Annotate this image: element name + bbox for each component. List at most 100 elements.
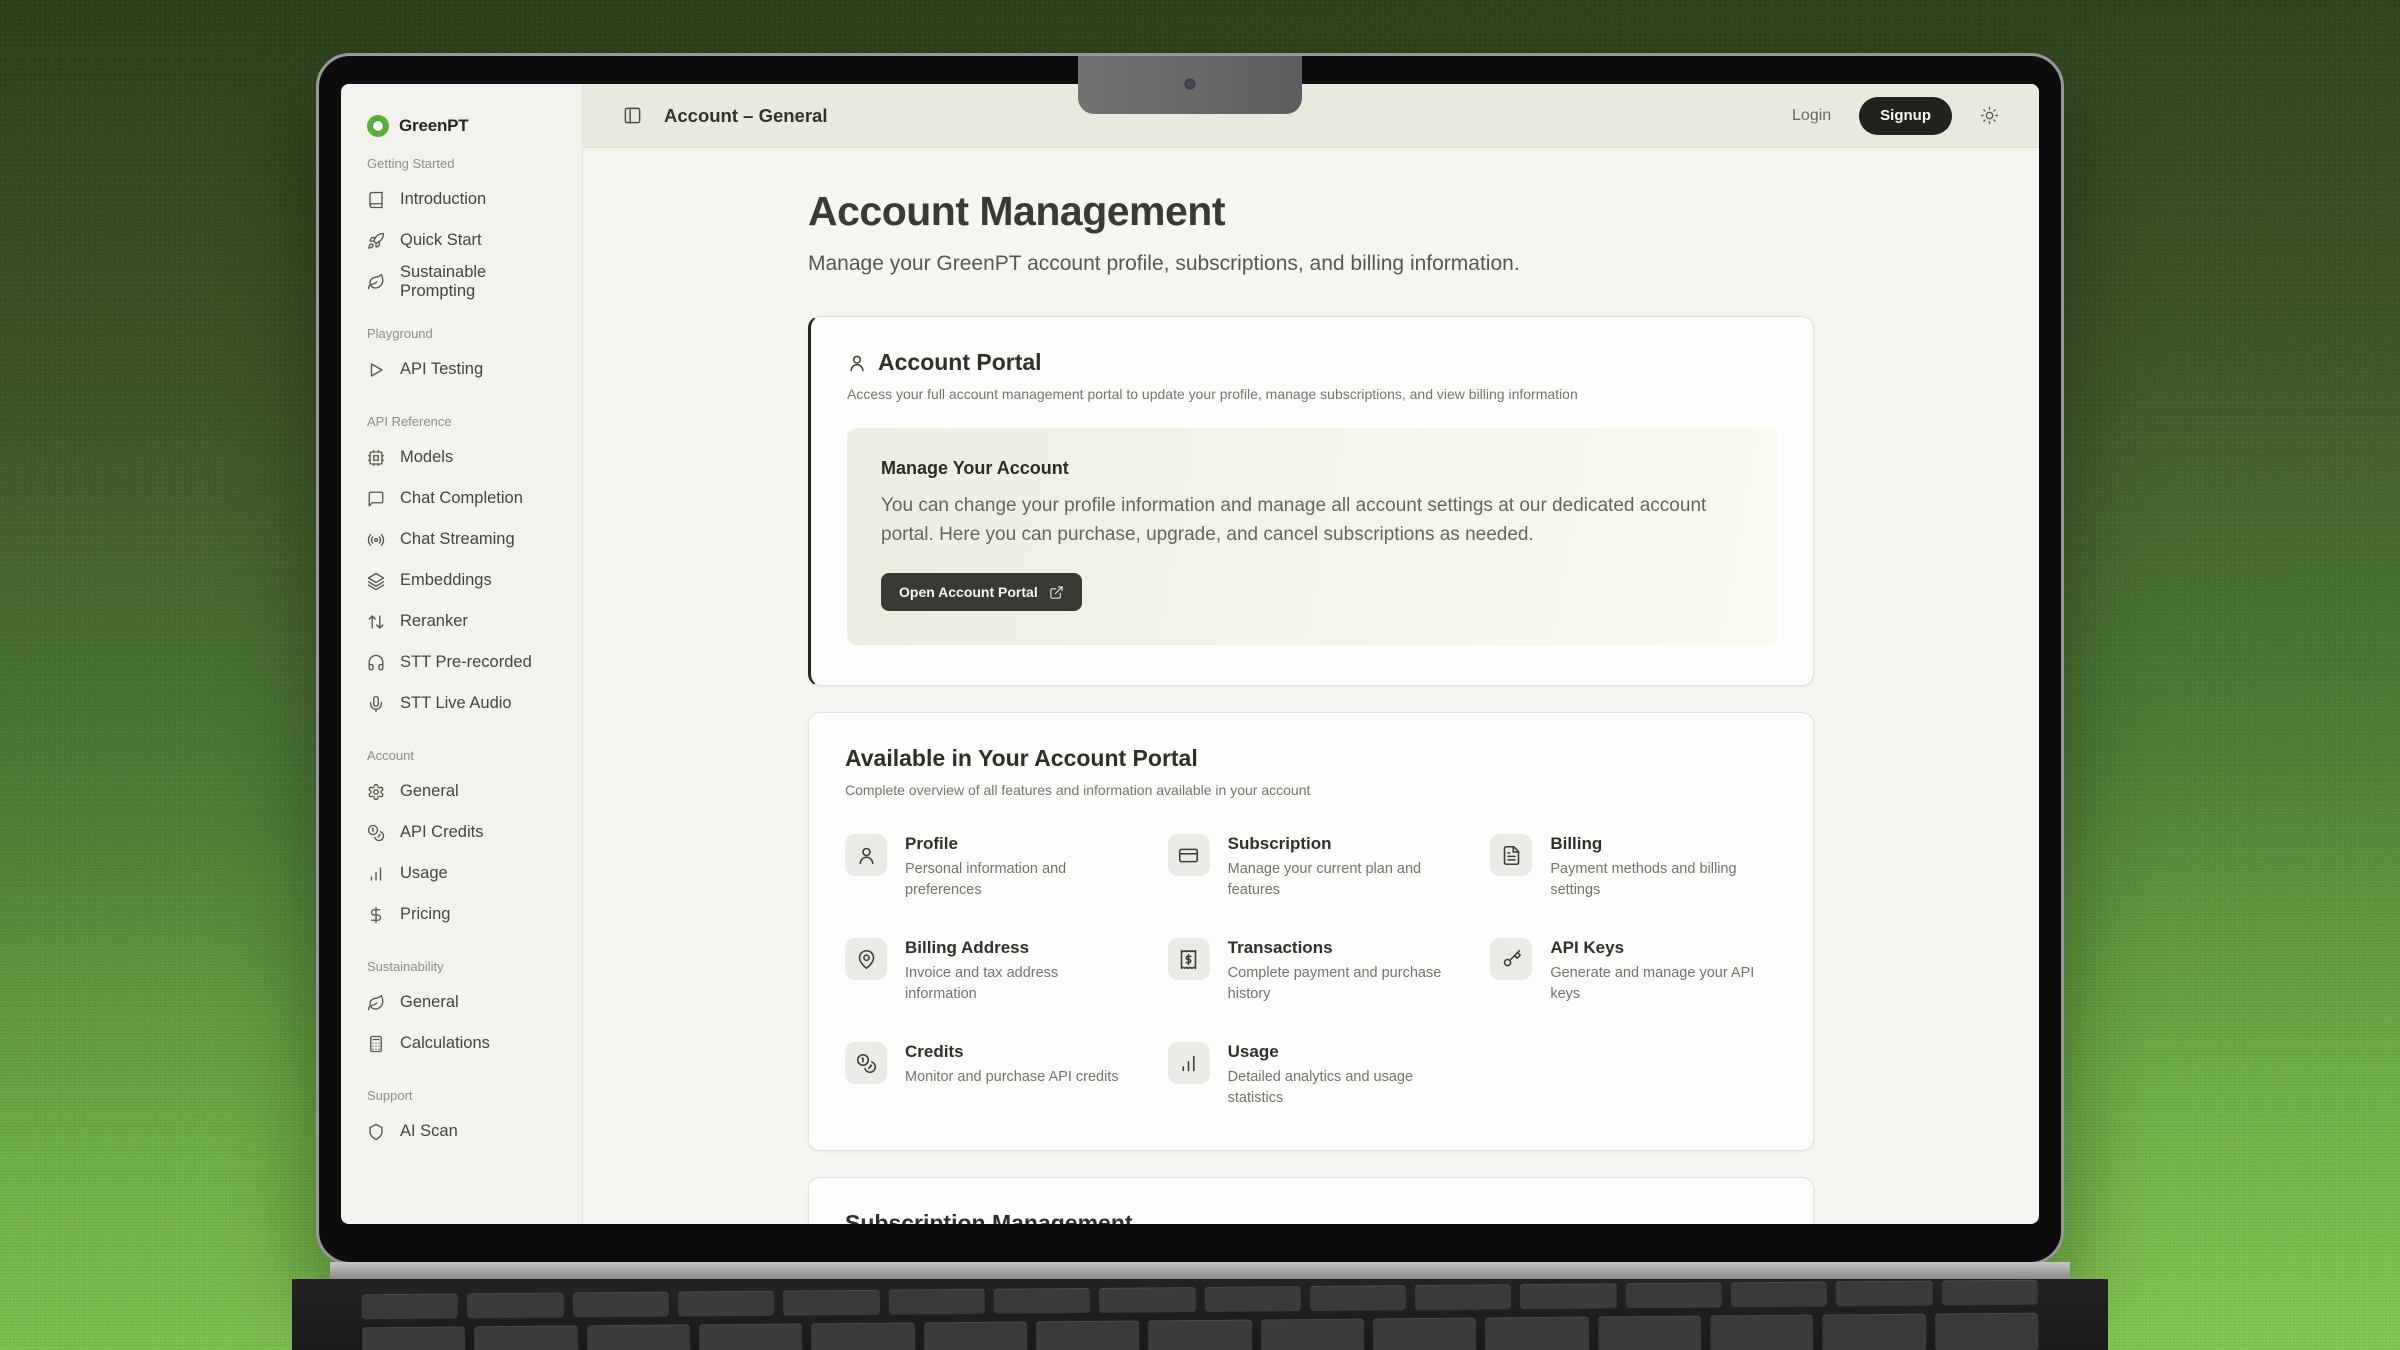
open-account-portal-button[interactable]: Open Account Portal [881,573,1082,611]
sidebar-item-support-ai-scan[interactable]: AI Scan [341,1111,582,1152]
manage-account-body: You can change your profile information … [881,492,1743,549]
sidebar-section-label: Account [341,748,582,763]
sidebar-section-label: API Reference [341,414,582,429]
feature-title: Usage [1228,1042,1455,1062]
brand-logo[interactable]: GreenPT [341,106,582,146]
sidebar-item-label: Quick Start [400,231,482,250]
manage-account-title: Manage Your Account [881,458,1743,479]
sidebar-item-label: Reranker [400,612,468,631]
topbar-actions: Login Signup [1792,97,1999,135]
sidebar-item-api-reference-stt-pre-recorded[interactable]: STT Pre-recorded [341,642,582,683]
keyboard-key [1036,1321,1140,1350]
feature-billing[interactable]: BillingPayment methods and billing setti… [1490,834,1777,900]
feature-api-keys[interactable]: API KeysGenerate and manage your API key… [1490,938,1777,1004]
sidebar-item-api-reference-chat-streaming[interactable]: Chat Streaming [341,519,582,560]
credit-card-icon [1168,834,1210,876]
sidebar-item-playground-api-testing[interactable]: API Testing [341,349,582,390]
features-card: Available in Your Account Portal Complet… [808,712,1814,1151]
feature-text: TransactionsComplete payment and purchas… [1228,938,1455,1004]
keyboard-key [1310,1285,1407,1311]
sidebar-item-label: Chat Completion [400,489,523,508]
sidebar-item-api-reference-models[interactable]: Models [341,437,582,478]
feature-profile[interactable]: Profile Personal information and preferen… [845,834,1132,900]
feature-text: SubscriptionManage your current plan and… [1228,834,1455,900]
sidebar-item-account-api-credits[interactable]: API Credits [341,812,582,853]
sidebar-item-sustainability-calculations[interactable]: Calculations [341,1023,582,1064]
laptop-notch [1078,56,1302,114]
sidebar-item-getting-started-sustainable-prompting[interactable]: Sustainable Prompting [341,261,582,302]
message-square-icon [367,490,385,508]
feature-subscription[interactable]: SubscriptionManage your current plan and… [1168,834,1455,900]
brand-name: GreenPT [399,116,468,136]
page-content: Account Management Manage your GreenPT a… [583,148,2039,1224]
coins-icon [845,1042,887,1084]
screen-content: GreenPT Getting StartedIntroductionQuick… [341,84,2039,1224]
feature-description: Personal information and preferences [905,859,1132,900]
sidebar-item-account-usage[interactable]: Usage [341,853,582,894]
dollar-icon [367,906,385,924]
keyboard-key [1836,1281,1933,1307]
sidebar-item-getting-started-quick-start[interactable]: Quick Start [341,220,582,261]
sidebar-item-label: API Testing [400,360,483,379]
feature-title: Credits [905,1042,1119,1062]
signup-button[interactable]: Signup [1859,97,1952,135]
laptop-keyboard [292,1279,2108,1350]
feature-credits[interactable]: CreditsMonitor and purchase API credits [845,1042,1132,1108]
feature-title: Billing Address [905,938,1132,958]
feature-usage[interactable]: Usage Detailed analytics and usage statis… [1168,1042,1455,1108]
keyboard-key [362,1326,466,1350]
features-title: Available in Your Account Portal [845,745,1777,772]
sidebar-item-label: General [400,782,459,801]
key-icon [1490,938,1532,980]
shield-icon [367,1123,385,1141]
sidebar-item-label: Models [400,448,453,467]
subscription-title: Subscription Management [845,1210,1777,1224]
sidebar-item-label: Usage [400,864,448,883]
keyboard-key [1204,1286,1301,1312]
panel-left-icon[interactable] [623,106,642,125]
main-area: Account – General Login Signup Account M… [583,84,2039,1224]
sidebar-item-api-reference-reranker[interactable]: Reranker [341,601,582,642]
keyboard-key [1415,1284,1512,1310]
broadcast-icon [367,531,385,549]
layers-icon [367,572,385,590]
keyboard-keys [292,1279,2108,1350]
keyboard-key [811,1322,915,1350]
keyboard-key [888,1289,985,1315]
feature-billing-address[interactable]: Billing Address Invoice and tax address i… [845,938,1132,1004]
keyboard-key [362,1293,459,1319]
feature-title: Subscription [1228,834,1455,854]
keyboard-key [1941,1280,2038,1306]
sidebar-item-sustainability-general[interactable]: General [341,982,582,1023]
sidebar-item-api-reference-embeddings[interactable]: Embeddings [341,560,582,601]
sidebar-item-label: STT Pre-recorded [400,653,532,672]
keyboard-key [1373,1318,1477,1350]
sidebar-section-label: Support [341,1088,582,1103]
sun-icon[interactable] [1980,106,1999,125]
sidebar-item-label: General [400,993,459,1012]
sidebar-item-api-reference-chat-completion[interactable]: Chat Completion [341,478,582,519]
leaf-icon [367,273,385,291]
open-account-portal-label: Open Account Portal [899,584,1038,600]
login-link[interactable]: Login [1792,107,1831,125]
cpu-icon [367,449,385,467]
sidebar-item-label: Pricing [400,905,450,924]
user-icon [847,353,867,373]
feature-description: Invoice and tax address information [905,963,1132,1004]
feature-description: Complete payment and purchase history [1228,963,1455,1004]
keyboard-row [362,1280,2038,1320]
sidebar-item-api-reference-stt-live-audio[interactable]: STT Live Audio [341,683,582,724]
sidebar-item-getting-started-introduction[interactable]: Introduction [341,179,582,220]
keyboard-key [678,1291,775,1317]
keyboard-key [783,1290,880,1316]
arrow-up-down-icon [367,613,385,631]
feature-transactions[interactable]: TransactionsComplete payment and purchas… [1168,938,1455,1004]
feature-title: Profile [905,834,1132,854]
keyboard-key [1710,1315,1814,1350]
ring-logo-icon [367,115,389,137]
sidebar-item-account-general[interactable]: General [341,771,582,812]
book-icon [367,191,385,209]
sidebar-item-account-pricing[interactable]: Pricing [341,894,582,935]
keyboard-key [474,1325,578,1350]
feature-description: Detailed analytics and usage statistics [1228,1067,1455,1108]
